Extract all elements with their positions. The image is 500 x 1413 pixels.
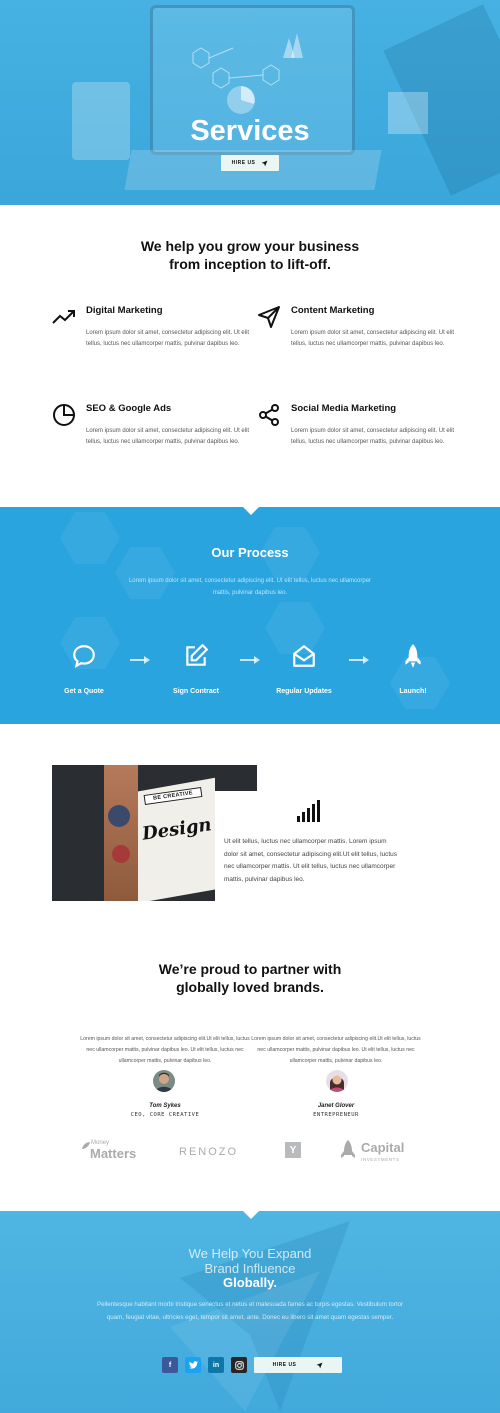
testimonial-person: Tom Sykes CEO, CORE CREATIVE [105,1103,225,1118]
facebook-icon: f [168,1361,172,1369]
arrow-right-icon [130,656,150,664]
logo-money-matters: Money Matters [82,1140,142,1162]
cta-heading-line2: Brand Influence [204,1261,296,1276]
rocket-icon [405,644,421,668]
service-title: Content Marketing [291,305,375,316]
avatar [326,1070,348,1092]
process-section: Our Process Lorem ipsum dolor sit amet, … [0,507,500,724]
logo-y: Y [285,1142,301,1158]
process-step-label: Regular Updates [276,688,332,695]
cta-heading-line1: We Help You Expand [188,1246,312,1261]
service-title: Social Media Marketing [291,403,397,414]
logo-rocket-icon [341,1140,355,1158]
section-notch [242,507,260,515]
testimonial-quote: Lorem ipsum dolor sit amet, consectetur … [251,1036,421,1064]
cta-heading-emphasis: Globally. [223,1275,277,1290]
logo-text: INVESTMENTS [361,1157,400,1162]
arrow-right-icon [240,656,260,664]
process-step-label: Sign Contract [173,688,219,695]
process-step-label: Launch! [399,688,427,695]
tattoo [108,805,130,827]
section-notch [242,1211,260,1219]
pie-chart-icon [53,404,75,426]
person-name: Janet Glover [317,1103,355,1109]
partners-heading: We’re proud to partner with globally lov… [0,960,500,996]
linkedin-button[interactable]: in [208,1357,224,1373]
partners-heading-line1: We’re proud to partner with [158,961,342,977]
twitter-button[interactable] [185,1357,201,1373]
avatar [153,1070,175,1092]
hire-us-button[interactable]: HIRE US [221,155,279,171]
person-role: CEO, CORE CREATIVE [130,1112,200,1118]
arrow-right-icon [349,656,369,664]
intro-heading-line1: We help you grow your business [140,238,360,254]
signal-bars-icon [297,800,320,822]
hire-us-label: HIRE US [231,160,256,166]
design-photo-extension [215,765,257,791]
page-title: Services [190,115,310,147]
process-step-get-a-quote: Get a Quote [39,643,129,695]
linkedin-icon: in [212,1361,220,1369]
cta-text: Pellentesque habitant morbi tristique se… [96,1301,404,1321]
avatar-tom-sykes [153,1070,175,1092]
facebook-button[interactable]: f [162,1357,178,1373]
process-subtitle: Lorem ipsum dolor sit amet, consectetur … [128,578,372,596]
process-step-regular-updates: Regular Updates [259,643,349,695]
tattooed-arm [104,765,138,901]
process-step-sign-contract: Sign Contract [151,643,241,695]
process-step-label: Get a Quote [64,688,104,695]
testimonial-person: Janet Glover ENTREPRENEUR [276,1103,396,1118]
envelope-open-icon [293,645,315,667]
speech-bubble-icon [73,645,95,668]
instagram-button[interactable] [231,1357,247,1373]
design-photo: BE CREATIVE Design [52,765,215,901]
hire-us-button[interactable]: HIRE US [254,1357,342,1373]
hire-us-label: HIRE US [272,1362,297,1368]
paper-plane-icon [258,306,280,328]
trending-up-icon [52,310,75,324]
logo-capital-investments: Capital INVESTMENTS [340,1138,410,1164]
avatar-janet-glover [326,1070,348,1092]
cta-heading: We Help You Expand Brand Influence [0,1246,500,1276]
service-text: Lorem ipsum dolor sit amet, consectetur … [291,428,455,445]
logo-text: Matters [90,1146,137,1161]
service-text: Lorem ipsum dolor sit amet, consectetur … [86,330,250,347]
process-title: Our Process [211,545,289,560]
process-step-launch: Launch! [368,643,458,695]
paper-plane-icon [261,160,268,166]
service-title: SEO & Google Ads [86,403,172,414]
testimonial-quote: Lorem ipsum dolor sit amet, consectetur … [80,1036,250,1064]
edit-icon [186,644,208,666]
partners-heading-line2: globally loved brands. [176,979,324,995]
cta-section: We Help You Expand Brand Influence Globa… [0,1211,500,1413]
logo-leaf-icon [82,1142,90,1149]
design-text: Ut elit tellus, luctus nec ullamcorper m… [224,838,398,883]
hero-section: Services HIRE US [0,0,500,205]
intro-heading-line2: from inception to lift-off. [169,256,331,272]
person-name: Tom Sykes [149,1103,181,1109]
service-title: Digital Marketing [86,305,163,316]
intro-heading: We help you grow your business from ince… [0,237,500,273]
logo-text: Capital [361,1140,405,1155]
share-icon [259,404,279,426]
service-text: Lorem ipsum dolor sit amet, consectetur … [86,428,250,445]
service-text: Lorem ipsum dolor sit amet, consectetur … [291,330,455,347]
tattoo [112,845,130,863]
logo-renozo: RENOZO [179,1146,239,1158]
person-role: ENTREPRENEUR [313,1112,359,1118]
instagram-icon [234,1360,244,1370]
twitter-icon [188,1361,198,1369]
paper-plane-icon [316,1362,323,1368]
